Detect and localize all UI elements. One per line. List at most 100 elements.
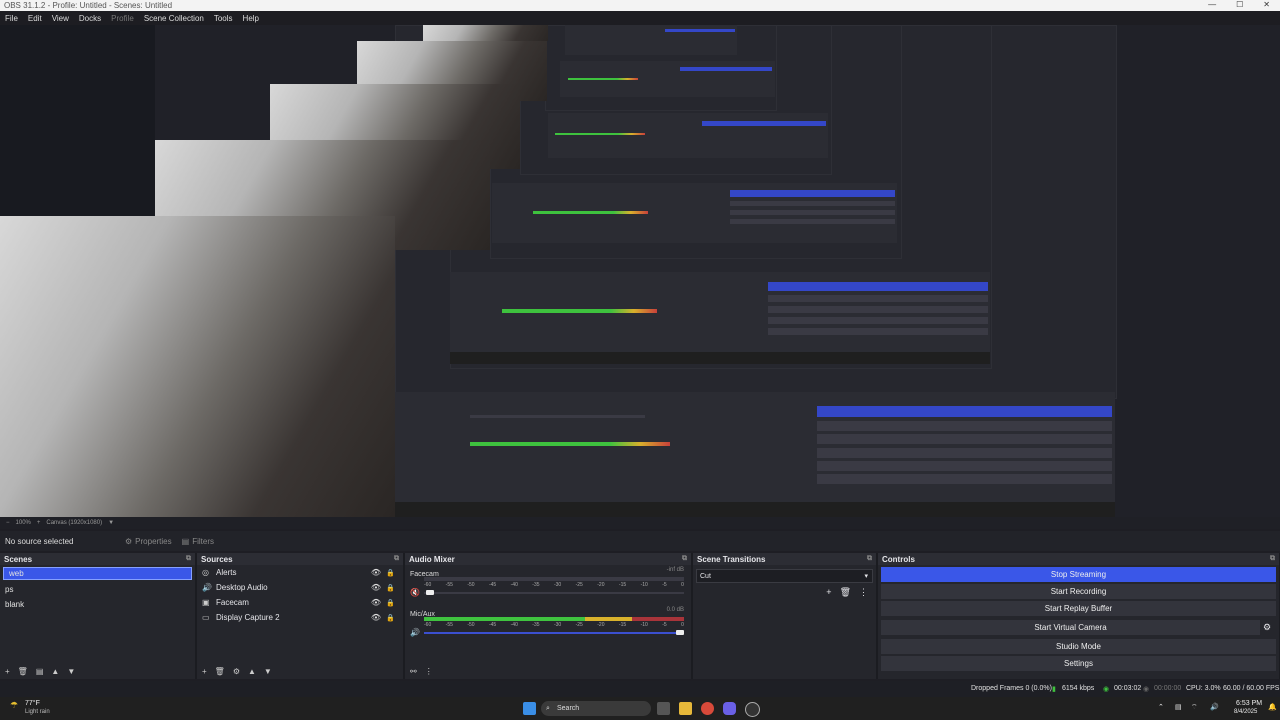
menu-profile[interactable]: Profile — [110, 14, 135, 23]
filter-icon[interactable]: ▤ — [36, 667, 44, 676]
transition-select[interactable]: Cut ▾ — [696, 569, 873, 583]
source-item-display-capture-2[interactable]: ▭ Display Capture 2 👁 🔒 — [197, 610, 403, 625]
muted-speaker-icon[interactable]: 🔇 — [410, 588, 420, 597]
filters-button[interactable]: ▤ Filters — [182, 537, 214, 546]
more-icon[interactable]: ⋮ — [425, 667, 433, 676]
speaker-icon[interactable]: 🔊 — [410, 628, 420, 637]
move-up-icon[interactable]: ▲ — [248, 667, 256, 676]
menu-tools[interactable]: Tools — [213, 14, 234, 23]
nested-stop-streaming — [768, 282, 988, 291]
file-explorer-icon[interactable] — [679, 702, 692, 715]
wifi-icon[interactable]: ⌔ — [1191, 703, 1198, 712]
properties-button[interactable]: ⚙ Properties — [125, 537, 172, 546]
undock-icon[interactable]: ⧉ — [186, 555, 191, 563]
link-icon[interactable]: ⚯ — [410, 667, 417, 676]
undock-icon[interactable]: ⧉ — [1270, 555, 1275, 563]
start-icon[interactable] — [523, 702, 536, 715]
notification-icon[interactable]: 🔔 — [1268, 703, 1277, 711]
mixer-channel-mic-aux: Mic/Aux 0.0 dB -60 -55 -50 -45 -40 -35 -30 -25-… — [410, 607, 686, 637]
menu-scene-collection[interactable]: Scene Collection — [143, 14, 205, 23]
search-icon: ⌕ — [546, 704, 550, 712]
studio-mode-button[interactable]: Studio Mode — [881, 639, 1276, 654]
add-icon[interactable]: + — [5, 667, 10, 676]
chrome-icon[interactable] — [701, 702, 714, 715]
undock-icon[interactable]: ⧉ — [394, 555, 399, 563]
nested-meter — [568, 78, 638, 80]
discord-icon[interactable] — [723, 702, 736, 715]
eye-icon[interactable]: 👁 — [371, 613, 381, 622]
menu-help[interactable]: Help — [242, 14, 260, 23]
start-virtual-camera-button[interactable]: Start Virtual Camera — [881, 620, 1260, 635]
chevron-down-icon[interactable]: ▼ — [108, 520, 114, 526]
stream-time: 00:03:02 — [1114, 685, 1142, 692]
taskbar-search[interactable]: ⌕ Search — [541, 701, 651, 716]
eye-icon[interactable]: 👁 — [371, 598, 381, 607]
gear-icon[interactable]: ⚙ — [233, 667, 240, 676]
eye-icon[interactable]: 👁 — [371, 568, 381, 577]
maximize-icon[interactable]: ☐ — [1236, 0, 1243, 9]
settings-button[interactable]: Settings — [881, 656, 1276, 671]
network-icon[interactable]: ▤ — [1175, 703, 1182, 711]
undock-icon[interactable]: ⧉ — [682, 555, 687, 563]
undock-icon[interactable]: ⧉ — [867, 555, 872, 563]
record-icon: ◉ — [1143, 686, 1150, 693]
lock-icon[interactable]: 🔒 — [386, 614, 395, 622]
menu-view[interactable]: View — [51, 14, 70, 23]
more-icon[interactable]: ⋮ — [859, 587, 868, 598]
volume-slider[interactable] — [424, 592, 684, 594]
menu-edit[interactable]: Edit — [27, 14, 43, 23]
move-down-icon[interactable]: ▼ — [264, 667, 272, 676]
lock-icon[interactable]: 🔒 — [386, 569, 395, 577]
move-down-icon[interactable]: ▼ — [67, 667, 75, 676]
gear-icon[interactable]: ⚙ — [1263, 622, 1279, 633]
source-item-desktop-audio[interactable]: 🔊 Desktop Audio 👁 🔒 — [197, 580, 403, 595]
source-item-facecam[interactable]: ▣ Facecam 👁 🔒 — [197, 595, 403, 610]
trash-icon[interactable]: 🗑 — [840, 587, 851, 598]
weather-temp[interactable]: 77°F — [25, 700, 40, 707]
lock-icon[interactable]: 🔒 — [386, 584, 395, 592]
controls-title: Controls — [882, 554, 915, 564]
preview-canvas[interactable] — [0, 25, 1280, 517]
start-replay-buffer-button[interactable]: Start Replay Buffer — [881, 601, 1276, 616]
clock-time[interactable]: 6:53 PM — [1236, 700, 1262, 707]
nested-stop-streaming — [702, 121, 826, 126]
lock-icon[interactable]: 🔒 — [386, 599, 395, 607]
chevron-up-icon[interactable]: ⌃ — [1158, 703, 1164, 711]
add-icon[interactable]: + — [826, 587, 831, 598]
volume-knob[interactable] — [426, 590, 434, 595]
add-icon[interactable]: + — [202, 667, 207, 676]
volume-icon[interactable]: 🔊 — [1210, 703, 1219, 711]
stop-streaming-button[interactable]: Stop Streaming — [881, 567, 1276, 582]
scene-item-blank[interactable]: blank — [0, 597, 195, 612]
trash-icon[interactable]: 🗑 — [215, 667, 225, 676]
zoom-in-icon[interactable]: + — [37, 520, 41, 526]
cpu-usage: CPU: 3.0% — [1186, 685, 1221, 692]
close-icon[interactable]: ✕ — [1263, 0, 1270, 9]
source-item-alerts[interactable]: ◎ Alerts 👁 🔒 — [197, 565, 403, 580]
nested-meter — [555, 133, 645, 135]
filter-icon: ▤ — [181, 536, 190, 546]
weather-icon[interactable]: ☂ — [10, 700, 18, 711]
minimize-icon[interactable]: — — [1208, 0, 1216, 9]
eye-icon[interactable]: 👁 — [371, 583, 381, 592]
scenes-dock: Scenes ⧉ web ps blank + 🗑 ▤ ▲ ▼ — [0, 553, 196, 679]
nested-control-bar — [768, 306, 988, 313]
menu-file[interactable]: File — [4, 14, 19, 23]
menu-docks[interactable]: Docks — [78, 14, 102, 23]
task-view-icon[interactable] — [657, 702, 670, 715]
volume-knob[interactable] — [676, 630, 684, 635]
fps: 60.00 / 60.00 FPS — [1223, 685, 1280, 692]
zoom-out-icon[interactable]: − — [6, 520, 10, 526]
obs-icon[interactable] — [745, 702, 760, 717]
zoom-level[interactable]: 100% — [16, 520, 31, 526]
volume-slider[interactable] — [424, 632, 684, 634]
scene-item-web[interactable]: web — [3, 567, 192, 580]
trash-icon[interactable]: 🗑 — [18, 667, 28, 676]
weather-desc[interactable]: Light rain — [25, 709, 50, 715]
scene-item-ps[interactable]: ps — [0, 582, 195, 597]
clock-date[interactable]: 8/4/2025 — [1234, 709, 1257, 715]
nested-docks-4 — [548, 113, 828, 158]
move-up-icon[interactable]: ▲ — [51, 667, 59, 676]
start-recording-button[interactable]: Start Recording — [881, 584, 1276, 599]
source-label: Desktop Audio — [216, 583, 268, 592]
